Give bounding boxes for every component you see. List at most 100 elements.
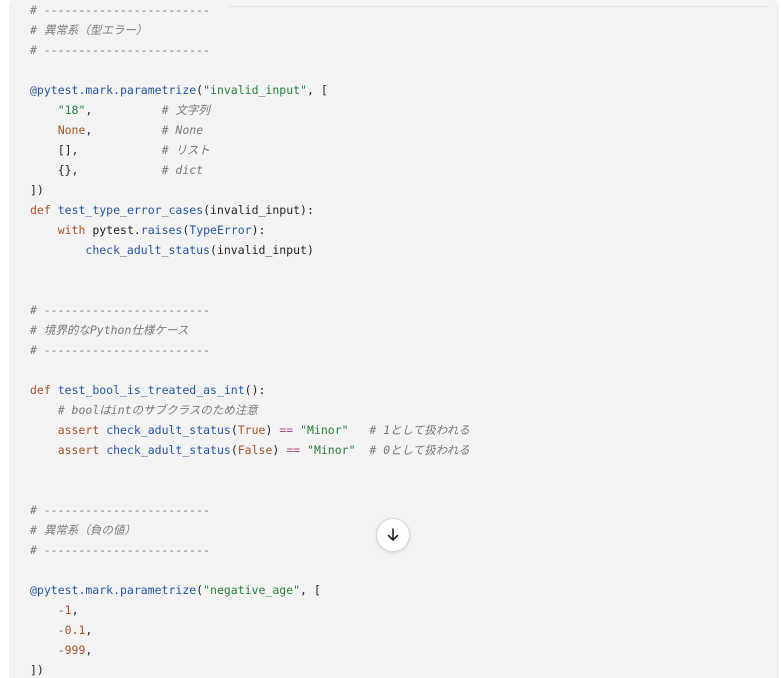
code-line: ]) bbox=[30, 180, 470, 200]
code-token: # dict bbox=[161, 163, 204, 177]
code-line: ​ bbox=[30, 460, 470, 480]
code-line: -1, bbox=[30, 600, 470, 620]
code-line: "18", # 文字列 bbox=[30, 100, 470, 120]
code-line: assert check_adult_status(False) == "Min… bbox=[30, 440, 470, 460]
code-token: , bbox=[85, 623, 93, 637]
code-line: @pytest.mark.parametrize("negative_age",… bbox=[30, 580, 470, 600]
code-token: check_adult_status bbox=[85, 243, 211, 257]
code-token: # ------------------------ bbox=[30, 343, 211, 357]
code-token: TypeError bbox=[189, 223, 252, 237]
code-token: (): bbox=[244, 383, 266, 397]
code-token: test_type_error_cases bbox=[57, 203, 204, 217]
scroll-to-bottom-button[interactable] bbox=[376, 518, 410, 552]
code-line: -999, bbox=[30, 640, 470, 660]
code-token: # ------------------------ bbox=[30, 3, 211, 17]
code-line: -0.1, bbox=[30, 620, 470, 640]
code-token: # 0として扱われる bbox=[369, 443, 470, 457]
code-line: # ------------------------ bbox=[30, 0, 470, 20]
code-token: @pytest.mark.parametrize bbox=[30, 83, 197, 97]
code-line: # 境界的なPython仕様ケース bbox=[30, 320, 470, 340]
code-token: "18" bbox=[57, 103, 86, 117]
code-token: ) bbox=[265, 423, 280, 437]
code-token: check_adult_status bbox=[106, 423, 231, 437]
code-token: , bbox=[71, 603, 79, 617]
code-token: # ------------------------ bbox=[30, 503, 211, 517]
code-token: ]) bbox=[30, 183, 44, 197]
arrow-down-icon bbox=[387, 528, 399, 541]
code-token: ( bbox=[230, 423, 238, 437]
code-token: assert bbox=[57, 423, 100, 437]
code-token: True bbox=[237, 423, 266, 437]
code-line: ​ bbox=[30, 280, 470, 300]
code-token: # boolはintのサブクラスのため注意 bbox=[57, 403, 258, 417]
code-token: -0.1 bbox=[57, 623, 86, 637]
code-line: {}, # dict bbox=[30, 160, 470, 180]
code-token: , bbox=[85, 123, 162, 137]
code-token: == bbox=[279, 423, 294, 437]
code-line: @pytest.mark.parametrize("invalid_input"… bbox=[30, 80, 470, 100]
code-token: ]) bbox=[30, 663, 44, 677]
code-line: # boolはintのサブクラスのため注意 bbox=[30, 400, 470, 420]
code-line: with pytest.raises(TypeError): bbox=[30, 220, 470, 240]
code-token: "negative_age" bbox=[203, 583, 301, 597]
code-token: # ------------------------ bbox=[30, 303, 211, 317]
code-token: False bbox=[237, 443, 273, 457]
code-line: # ------------------------ bbox=[30, 500, 470, 520]
code-token: check_adult_status bbox=[106, 443, 231, 457]
chat-page: # ------------------------ # 異常系（型エラー） # -… bbox=[0, 0, 781, 678]
code-line: # ------------------------ bbox=[30, 40, 470, 60]
code-line: # 異常系（型エラー） bbox=[30, 20, 470, 40]
code-token: # ------------------------ bbox=[30, 543, 211, 557]
code-line: None, # None bbox=[30, 120, 470, 140]
code-line: check_adult_status(invalid_input) bbox=[30, 240, 470, 260]
code-token: # None bbox=[161, 123, 204, 137]
code-token: -999 bbox=[57, 643, 86, 657]
code-line: # ------------------------ bbox=[30, 300, 470, 320]
code-token: , bbox=[85, 103, 162, 117]
code-token: [], bbox=[30, 143, 162, 157]
code-token: # 文字列 bbox=[161, 103, 210, 117]
code-line: def test_bool_is_treated_as_int(): bbox=[30, 380, 470, 400]
code-token: # 異常系（型エラー） bbox=[30, 23, 148, 37]
code-token: "invalid_input" bbox=[203, 83, 307, 97]
code-token: ): bbox=[251, 223, 266, 237]
code-token: {}, bbox=[30, 163, 162, 177]
code-token: , bbox=[85, 643, 93, 657]
code-line: [], # リスト bbox=[30, 140, 470, 160]
code-token: # 異常系（負の値） bbox=[30, 523, 136, 537]
code-token: ( bbox=[230, 443, 238, 457]
code-line: ​ bbox=[30, 480, 470, 500]
code-line: ​ bbox=[30, 260, 470, 280]
code-token: # 境界的なPython仕様ケース bbox=[30, 323, 189, 337]
code-line: # ------------------------ bbox=[30, 340, 470, 360]
code-token: None bbox=[57, 123, 86, 137]
code-token: # ------------------------ bbox=[30, 43, 211, 57]
code-line: ​ bbox=[30, 560, 470, 580]
code-token: assert bbox=[57, 443, 100, 457]
code-token: == bbox=[286, 443, 301, 457]
code-content: # ------------------------ # 異常系（型エラー） # -… bbox=[30, 0, 470, 678]
code-token: (invalid_input) bbox=[210, 243, 314, 257]
code-block: # ------------------------ # 異常系（型エラー） # -… bbox=[9, 0, 779, 678]
code-token: def bbox=[30, 383, 51, 397]
code-token: @pytest.mark.parametrize bbox=[30, 583, 197, 597]
code-token: -1 bbox=[57, 603, 72, 617]
code-token: raises bbox=[140, 223, 183, 237]
code-line: ]) bbox=[30, 660, 470, 678]
code-token: test_bool_is_treated_as_int bbox=[57, 383, 245, 397]
code-token: # 1として扱われる bbox=[369, 423, 470, 437]
